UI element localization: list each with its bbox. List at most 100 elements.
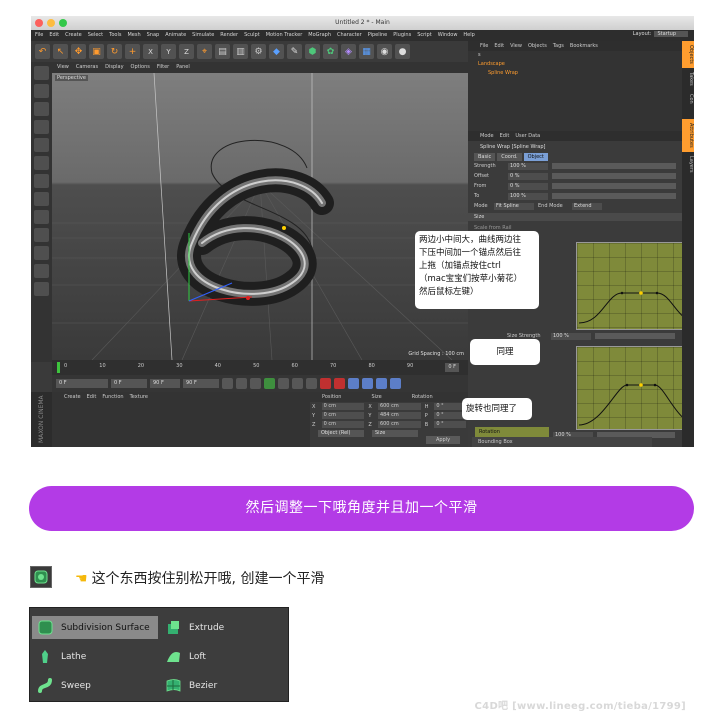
- attr-menu-edit[interactable]: Edit: [500, 133, 510, 139]
- object-row-spline-wrap[interactable]: Spline Wrap: [468, 69, 682, 78]
- autokey-icon[interactable]: [334, 378, 345, 389]
- rotate-icon[interactable]: ↻: [107, 44, 122, 59]
- material-menu-texture[interactable]: Texture: [130, 394, 148, 400]
- menu-edit[interactable]: Edit: [49, 30, 59, 41]
- object-row-s[interactable]: s: [468, 51, 682, 60]
- tab-coord[interactable]: Coord.: [497, 153, 522, 161]
- menu-create[interactable]: Create: [65, 30, 82, 41]
- size-y-field[interactable]: 484 cm: [377, 412, 421, 419]
- snap-icon[interactable]: [34, 228, 49, 242]
- render-settings-icon[interactable]: ⚙: [251, 44, 266, 59]
- perspective-viewport[interactable]: Perspective Grid Spacing : 100 cm: [52, 73, 468, 360]
- menu-plugins[interactable]: Plugins: [393, 30, 411, 41]
- step-back-icon[interactable]: [250, 378, 261, 389]
- tab-basic[interactable]: Basic: [474, 153, 496, 161]
- viewport-menu-options[interactable]: Options: [131, 62, 150, 73]
- object-menu-bookmarks[interactable]: Bookmarks: [570, 43, 598, 49]
- attr-menu-mode[interactable]: Mode: [480, 133, 494, 139]
- to-slider[interactable]: [552, 193, 676, 199]
- edges-mode-icon[interactable]: [34, 156, 49, 170]
- scale-icon[interactable]: ▣: [89, 44, 104, 59]
- tweak-mode-icon[interactable]: [34, 210, 49, 224]
- step-forward-icon[interactable]: [278, 378, 289, 389]
- menu-sculpt[interactable]: Sculpt: [244, 30, 260, 41]
- menu-window[interactable]: Window: [438, 30, 458, 41]
- make-editable-icon[interactable]: [34, 66, 49, 80]
- y-axis-icon[interactable]: Y: [161, 44, 176, 59]
- points-mode-icon[interactable]: [34, 138, 49, 152]
- offset-slider[interactable]: [552, 173, 676, 179]
- menu-snap[interactable]: Snap: [147, 30, 160, 41]
- cloner-icon[interactable]: ✿: [323, 44, 338, 59]
- scale-key-icon[interactable]: [376, 378, 387, 389]
- viewport-menu-display[interactable]: Display: [105, 62, 123, 73]
- deformer-icon[interactable]: ◈: [341, 44, 356, 59]
- material-menu-edit[interactable]: Edit: [87, 394, 97, 400]
- magnet-icon[interactable]: [34, 246, 49, 260]
- menu-help[interactable]: Help: [463, 30, 474, 41]
- menu-script[interactable]: Script: [417, 30, 432, 41]
- object-menu-file[interactable]: File: [480, 43, 488, 49]
- previous-key-icon[interactable]: [236, 378, 247, 389]
- current-frame-field[interactable]: 0 F: [111, 379, 147, 388]
- mode-select[interactable]: Fit Spline: [494, 202, 534, 210]
- select-icon[interactable]: ↖: [53, 44, 68, 59]
- layout-value[interactable]: Startup: [654, 31, 688, 37]
- rotation-spline-graph[interactable]: [576, 346, 694, 430]
- from-slider[interactable]: [552, 183, 676, 189]
- start-frame-field[interactable]: 0 F: [56, 379, 108, 388]
- planar-workplane-icon[interactable]: [34, 282, 49, 296]
- timeline-end-field[interactable]: 0 F: [445, 363, 459, 372]
- undo-icon[interactable]: ↶: [35, 44, 50, 59]
- size-mode-select[interactable]: Size: [372, 430, 418, 437]
- next-key-icon[interactable]: [292, 378, 303, 389]
- bounding-box-section[interactable]: Bounding Box: [472, 437, 652, 447]
- model-mode-icon[interactable]: [34, 84, 49, 98]
- strength-field[interactable]: 100 %: [508, 162, 548, 170]
- polygons-mode-icon[interactable]: [34, 174, 49, 188]
- side-tab-takes[interactable]: Takes: [682, 68, 694, 90]
- tab-object[interactable]: Object: [523, 153, 548, 161]
- menu-pipeline[interactable]: Pipeline: [368, 30, 388, 41]
- light-icon[interactable]: ●: [395, 44, 410, 59]
- zoom-window-icon[interactable]: [59, 19, 67, 27]
- side-tab-attributes[interactable]: Attributes: [682, 119, 694, 153]
- palette-item-extrude[interactable]: Extrude: [160, 616, 286, 639]
- offset-field[interactable]: 0 %: [508, 172, 548, 180]
- x-axis-icon[interactable]: X: [143, 44, 158, 59]
- layout-selector[interactable]: Layout: Startup: [633, 31, 688, 37]
- side-tab-content[interactable]: Con: [682, 90, 694, 108]
- floor-icon[interactable]: ▦: [359, 44, 374, 59]
- axis-mode-icon[interactable]: [34, 192, 49, 206]
- keyframe-selection-icon[interactable]: [348, 378, 359, 389]
- rotation-section[interactable]: Rotation: [475, 427, 549, 437]
- size-spline-graph[interactable]: [576, 242, 694, 330]
- palette-item-sweep[interactable]: Sweep: [32, 674, 158, 697]
- menu-tools[interactable]: Tools: [109, 30, 121, 41]
- position-y-field[interactable]: 0 cm: [321, 412, 365, 419]
- playhead-icon[interactable]: [57, 362, 60, 373]
- camera-icon[interactable]: ◉: [377, 44, 392, 59]
- go-to-start-icon[interactable]: [222, 378, 233, 389]
- side-tab-layers[interactable]: Layers: [682, 152, 694, 177]
- size-section[interactable]: Size: [468, 213, 682, 221]
- material-menu-create[interactable]: Create: [64, 394, 81, 400]
- move-key-icon[interactable]: [362, 378, 373, 389]
- render-picture-viewer-icon[interactable]: ▥: [233, 44, 248, 59]
- material-menu-function[interactable]: Function: [102, 394, 123, 400]
- move-icon[interactable]: ✥: [71, 44, 86, 59]
- menu-animate[interactable]: Animate: [165, 30, 186, 41]
- palette-item-loft[interactable]: Loft: [160, 645, 286, 668]
- add-icon[interactable]: +: [125, 44, 140, 59]
- end-mode-select[interactable]: Extend: [572, 202, 602, 210]
- from-field[interactable]: 0 %: [508, 182, 548, 190]
- render-view-icon[interactable]: ▤: [215, 44, 230, 59]
- min-frame-field[interactable]: 90 F: [150, 379, 180, 388]
- menu-select[interactable]: Select: [88, 30, 103, 41]
- rotation-b-field[interactable]: 0 °: [434, 421, 466, 428]
- play-icon[interactable]: [264, 378, 275, 389]
- cube-icon[interactable]: ◆: [269, 44, 284, 59]
- object-menu-tags[interactable]: Tags: [553, 43, 564, 49]
- to-field[interactable]: 100 %: [508, 192, 548, 200]
- menu-motion-tracker[interactable]: Motion Tracker: [266, 30, 303, 41]
